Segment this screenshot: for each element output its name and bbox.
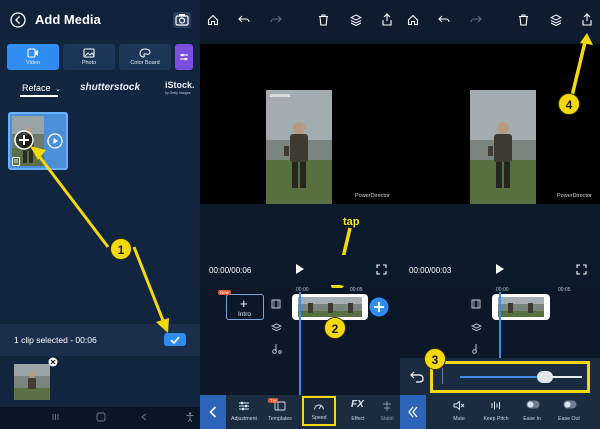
intro-label: Intro	[238, 311, 252, 318]
tool-adjustment[interactable]: Adjustment	[227, 396, 261, 426]
add-media-panel: Add Media Video Photo Color Board Reface…	[0, 0, 200, 429]
mute-icon	[453, 400, 465, 411]
play-icon	[496, 264, 504, 274]
tool-adjustment-label: Adjustment	[231, 416, 257, 422]
add-icon	[369, 297, 389, 317]
time-display: 00:00/00:06	[209, 266, 252, 275]
play-icon	[296, 264, 304, 274]
callout-2: 2	[324, 317, 346, 339]
tool-speed[interactable]: Speed	[302, 396, 336, 426]
play-button[interactable]	[295, 263, 305, 275]
tool-speed-label: Speed	[311, 415, 327, 421]
track-video-icon[interactable]	[271, 299, 281, 309]
editor-panel-speed: PowerDirector 4 00:00/00:03 00:00 00:05 …	[400, 0, 600, 429]
fullscreen-button[interactable]	[376, 264, 387, 275]
double-chevron-left-icon	[408, 406, 418, 418]
annotation-arrows-1	[30, 146, 169, 333]
speed-undo-button[interactable]	[410, 371, 424, 383]
callout-4: 4	[558, 93, 580, 115]
ruler-start: 00:00	[296, 287, 309, 293]
playhead[interactable]	[499, 292, 501, 358]
toolbar-back-button[interactable]	[200, 395, 226, 429]
try-badge: Try	[268, 398, 279, 403]
undo-icon	[410, 371, 424, 383]
slider-start-tick	[442, 368, 443, 384]
speed-slider-knob[interactable]	[537, 371, 554, 383]
track-video-icon[interactable]	[471, 299, 481, 309]
timeline-clip[interactable]	[292, 294, 368, 320]
callout-1: 1	[110, 238, 132, 260]
fx-icon: FX	[351, 399, 364, 410]
track-audio-icon[interactable]	[272, 343, 282, 354]
tool-ease-out-label: Ease Out	[558, 416, 580, 422]
ruler-end: 00:05	[558, 287, 571, 293]
tool-effect-label: Effect	[351, 416, 365, 422]
speed-slider-track[interactable]	[460, 371, 582, 383]
chevron-left-icon	[209, 406, 217, 418]
track-audio-icon[interactable]	[472, 343, 482, 354]
playhead[interactable]	[299, 292, 301, 395]
fullscreen-icon	[376, 264, 387, 275]
speed-slider-fill	[460, 376, 546, 378]
tool-ease-out[interactable]: Ease Out	[552, 396, 586, 426]
sliders-icon	[239, 401, 249, 411]
tool-effect[interactable]: FX Effect	[341, 396, 375, 426]
time-display: 00:00/00:03	[409, 266, 452, 275]
add-media-timeline-button[interactable]	[369, 297, 389, 317]
tool-ease-in-label: Ease In	[523, 416, 541, 422]
editor-panel-tap: PowerDirector tap 00:00/00:06 00:00 00:0…	[200, 0, 400, 429]
new-badge: New	[218, 290, 232, 295]
plus-icon: +	[240, 296, 248, 311]
speedometer-icon	[314, 404, 324, 410]
clip-filmstrip	[298, 297, 362, 317]
tool-keep-pitch-label: Keep Pitch	[483, 416, 509, 422]
tool-keep-pitch[interactable]: Keep Pitch	[479, 396, 513, 426]
ruler-start: 00:00	[496, 287, 509, 293]
track-overlay-icon[interactable]	[271, 323, 282, 333]
tool-stabilizer-label: Stabil	[380, 416, 394, 422]
play-button[interactable]	[495, 263, 505, 275]
intro-button[interactable]: + Intro	[226, 294, 264, 320]
fullscreen-button[interactable]	[576, 264, 587, 275]
tool-mute[interactable]: Mute	[442, 396, 476, 426]
callout-3: 3	[424, 348, 446, 370]
ruler-end: 00:05	[350, 287, 363, 293]
tool-stabilizer[interactable]: Stabil	[374, 396, 400, 426]
stabilizer-icon	[383, 401, 391, 411]
track-overlay-icon[interactable]	[471, 323, 482, 333]
tool-ease-in[interactable]: Ease In	[515, 396, 549, 426]
toolbar-back-button[interactable]	[400, 395, 426, 429]
pitch-icon	[491, 401, 500, 410]
tool-templates-label: Templates	[268, 416, 292, 422]
tool-mute-label: Mute	[453, 416, 465, 422]
ease-out-icon	[563, 400, 577, 409]
ease-in-icon	[526, 400, 540, 409]
clip-filmstrip	[498, 297, 544, 317]
fullscreen-icon	[576, 264, 587, 275]
